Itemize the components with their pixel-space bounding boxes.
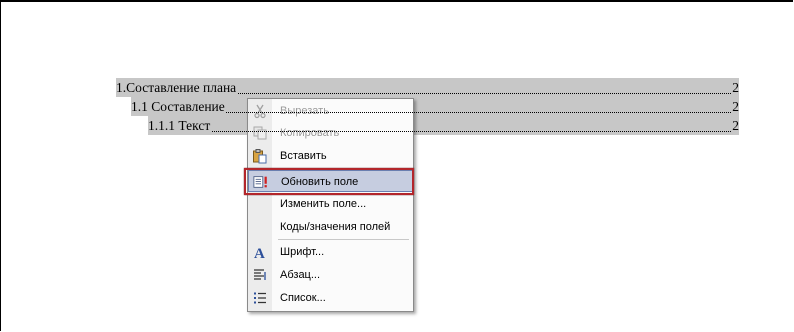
scissors-icon	[252, 103, 268, 119]
menu-item-label: Коды/значения полей	[280, 221, 391, 233]
highlight-annotation-box	[244, 168, 414, 195]
menu-item-list[interactable]: Список...	[248, 287, 413, 309]
paragraph-icon	[252, 267, 268, 283]
menu-separator	[278, 239, 409, 240]
toc-entry-level-2[interactable]: 1.1 Составление 2	[131, 97, 739, 116]
menu-item-label: Вставить	[280, 150, 327, 162]
menu-item-paste[interactable]: Вставить	[248, 145, 413, 167]
menu-item-label: Абзац...	[280, 269, 321, 281]
svg-text:A: A	[254, 246, 265, 260]
menu-item-label: Список...	[280, 292, 326, 304]
toc-entry-text: 1.Составление плана	[116, 78, 238, 97]
list-icon	[252, 290, 268, 306]
menu-item-label: Изменить поле...	[280, 198, 367, 210]
toc-entry-text: 1.1.1 Текст	[148, 116, 212, 135]
font-icon: A	[252, 244, 268, 260]
toc-page-number: 2	[731, 116, 739, 135]
paste-icon	[252, 148, 268, 164]
copy-icon	[252, 125, 268, 141]
menu-item-edit-field[interactable]: Изменить поле...	[248, 193, 413, 215]
menu-item-cut[interactable]: Вырезать	[248, 100, 413, 122]
toc-page-number: 2	[731, 97, 739, 116]
menu-item-label: Шрифт...	[280, 246, 325, 258]
menu-item-paragraph[interactable]: Абзац...	[248, 264, 413, 286]
toc-entry-level-1[interactable]: 1.Составление плана 2	[116, 78, 739, 97]
toc-page-number: 2	[731, 78, 739, 97]
toc-leader-dots	[148, 131, 731, 132]
menu-item-font[interactable]: A Шрифт...	[248, 241, 413, 263]
menu-item-label: Вырезать	[280, 105, 329, 117]
menu-item-label: Копировать	[280, 127, 340, 139]
toc-entry-text: 1.1 Составление	[131, 97, 226, 116]
menu-item-copy[interactable]: Копировать	[248, 122, 413, 144]
toc-entry-level-3[interactable]: 1.1.1 Текст 2	[148, 116, 739, 135]
menu-item-toggle-field-codes[interactable]: Коды/значения полей	[248, 216, 413, 238]
